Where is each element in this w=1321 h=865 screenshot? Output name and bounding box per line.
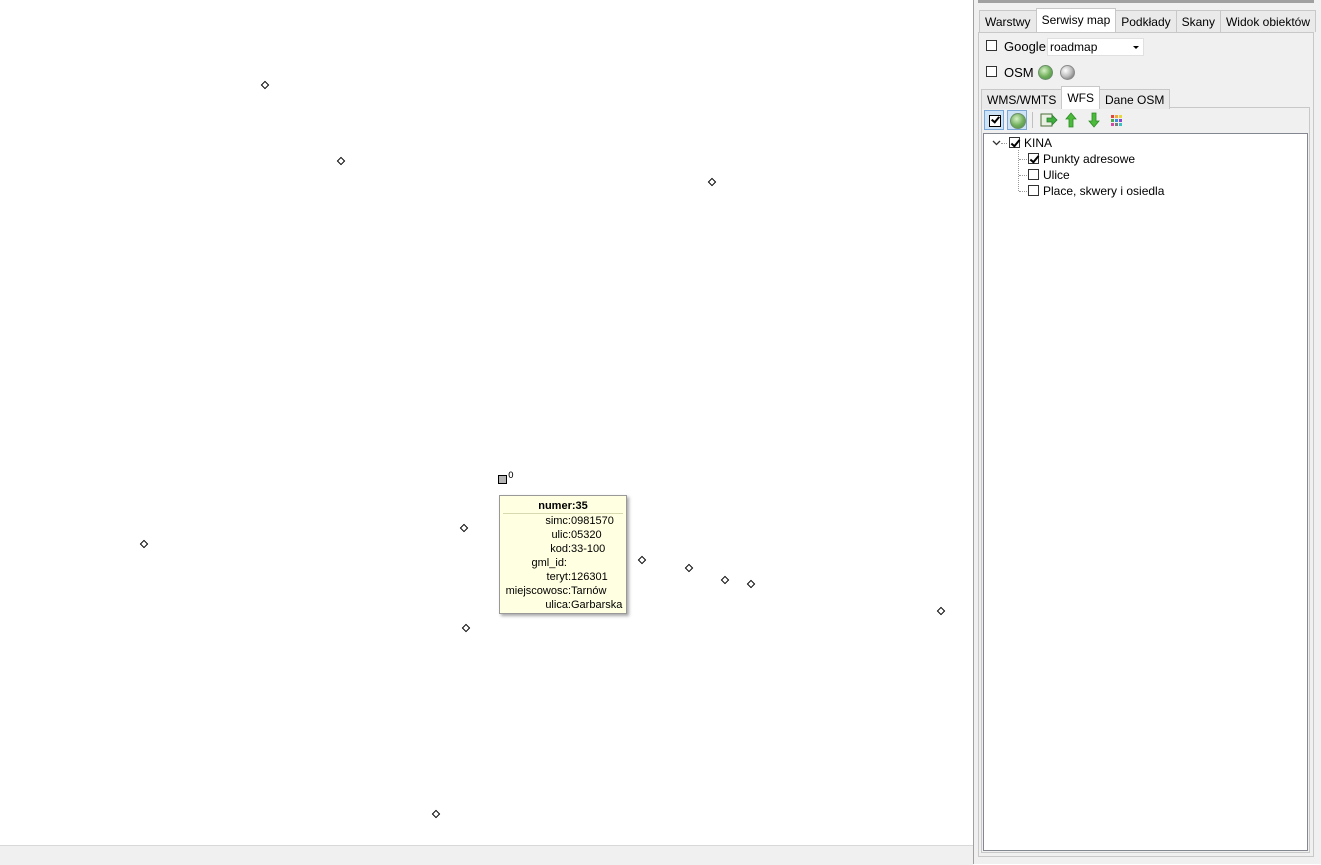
map-canvas[interactable]: 0 numer:35 simc: 0981570 ulic: 05320 kod… (0, 0, 973, 845)
grid-colors-icon (1111, 115, 1122, 126)
globe-button[interactable] (1007, 110, 1027, 130)
tree-connector (1018, 150, 1019, 191)
main-tabbar: Warstwy Serwisy map Podkłady Skany Widok… (979, 8, 1317, 32)
export-icon (1040, 113, 1058, 127)
map-point[interactable] (707, 177, 717, 187)
sub-tabbar: WMS/WMTS WFS Dane OSM (981, 86, 1171, 109)
tooltip-value: 05320 (571, 529, 602, 541)
tooltip-value: 33-100 (571, 543, 606, 555)
tab-warstwy[interactable]: Warstwy (979, 10, 1037, 32)
tab-serwisy-map[interactable]: Serwisy map (1035, 8, 1117, 32)
place-skwery-checkbox[interactable] (1028, 185, 1039, 196)
map-point[interactable] (720, 575, 730, 585)
ulice-checkbox[interactable] (1028, 169, 1039, 180)
map-point[interactable] (431, 809, 441, 819)
selected-feature-marker[interactable] (498, 475, 507, 484)
globe-icon (1010, 113, 1026, 129)
tooltip-row: teryt: 126301 (500, 570, 626, 584)
chevron-down-icon (1133, 46, 1139, 49)
tree-item-label[interactable]: Punkty adresowe (1043, 152, 1135, 166)
tooltip-value: Tarnów (571, 585, 607, 597)
tooltip-key: simc: (545, 515, 571, 527)
globe-icon[interactable] (1038, 65, 1053, 80)
tab-widok-obiektow[interactable]: Widok obiektów (1219, 10, 1317, 32)
chevron-down-icon[interactable] (992, 140, 1001, 146)
tab-podklady[interactable]: Podkłady (1115, 10, 1177, 32)
google-maptype-value: roadmap (1050, 40, 1098, 54)
tooltip-key: ulic: (551, 529, 571, 541)
tooltip-row: ulic: 05320 (500, 528, 626, 542)
tooltip-key: kod: (550, 543, 571, 555)
google-label: Google (1004, 39, 1046, 54)
tooltip-row: miejscowosc: Tarnów (500, 584, 626, 598)
toolbar-separator (1032, 112, 1033, 128)
arrow-down-icon (1088, 112, 1100, 128)
tooltip-row: simc: 0981570 (500, 514, 626, 528)
export-button[interactable] (1038, 110, 1058, 130)
tooltip-key: gml_id: (531, 557, 567, 569)
map-point[interactable] (336, 156, 346, 166)
wfs-layer-tree[interactable] (983, 133, 1308, 851)
tree-item-label[interactable]: Place, skwery i osiedla (1043, 184, 1164, 198)
punkty-adresowe-checkbox[interactable] (1028, 153, 1039, 164)
tree-connector (1019, 191, 1027, 192)
tab-dane-osm[interactable]: Dane OSM (1099, 89, 1171, 109)
status-bar (0, 845, 973, 865)
tooltip-value: 0981570 (571, 515, 614, 527)
map-point[interactable] (461, 623, 471, 633)
map-point[interactable] (746, 579, 756, 589)
tooltip-value: 126301 (571, 571, 608, 583)
osm-checkbox[interactable] (986, 66, 997, 77)
map-point[interactable] (936, 606, 946, 616)
tree-root-label[interactable]: KINA (1024, 136, 1052, 150)
map-point[interactable] (260, 80, 270, 90)
tooltip-key: teryt: (546, 571, 571, 583)
tooltip-title: numer:35 (503, 500, 623, 514)
google-maptype-select[interactable]: roadmap (1047, 38, 1144, 56)
style-button[interactable] (1107, 110, 1127, 130)
panel-top-border (978, 0, 1314, 3)
toggle-checkboxes-button[interactable] (984, 110, 1004, 130)
selected-feature-label: 0 (508, 471, 514, 481)
tree-connector (1019, 175, 1027, 176)
tooltip-row: kod: 33-100 (500, 542, 626, 556)
feature-info-tooltip: numer:35 simc: 0981570 ulic: 05320 kod: … (499, 495, 627, 614)
move-up-button[interactable] (1061, 110, 1081, 130)
sphere-icon[interactable] (1060, 65, 1075, 80)
tab-wms-wmts[interactable]: WMS/WMTS (981, 89, 1063, 109)
tooltip-key: ulica: (545, 599, 571, 611)
tree-item-label[interactable]: Ulice (1043, 168, 1070, 182)
kina-checkbox[interactable] (1009, 137, 1020, 148)
map-point[interactable] (684, 563, 694, 573)
osm-label: OSM (1004, 65, 1034, 80)
tree-connector (1019, 159, 1027, 160)
arrow-up-icon (1065, 112, 1077, 128)
tab-wfs[interactable]: WFS (1061, 86, 1100, 109)
move-down-button[interactable] (1084, 110, 1104, 130)
map-point[interactable] (139, 539, 149, 549)
tooltip-row: ulica: Garbarska (500, 598, 626, 612)
tooltip-value: Garbarska (571, 599, 623, 611)
tab-skany[interactable]: Skany (1175, 10, 1221, 32)
map-point[interactable] (637, 555, 647, 565)
tooltip-row: gml_id: (500, 556, 626, 570)
map-point[interactable] (459, 523, 469, 533)
tooltip-key: miejscowosc: (505, 585, 571, 597)
google-checkbox[interactable] (986, 40, 997, 51)
tree-connector (1001, 143, 1007, 144)
